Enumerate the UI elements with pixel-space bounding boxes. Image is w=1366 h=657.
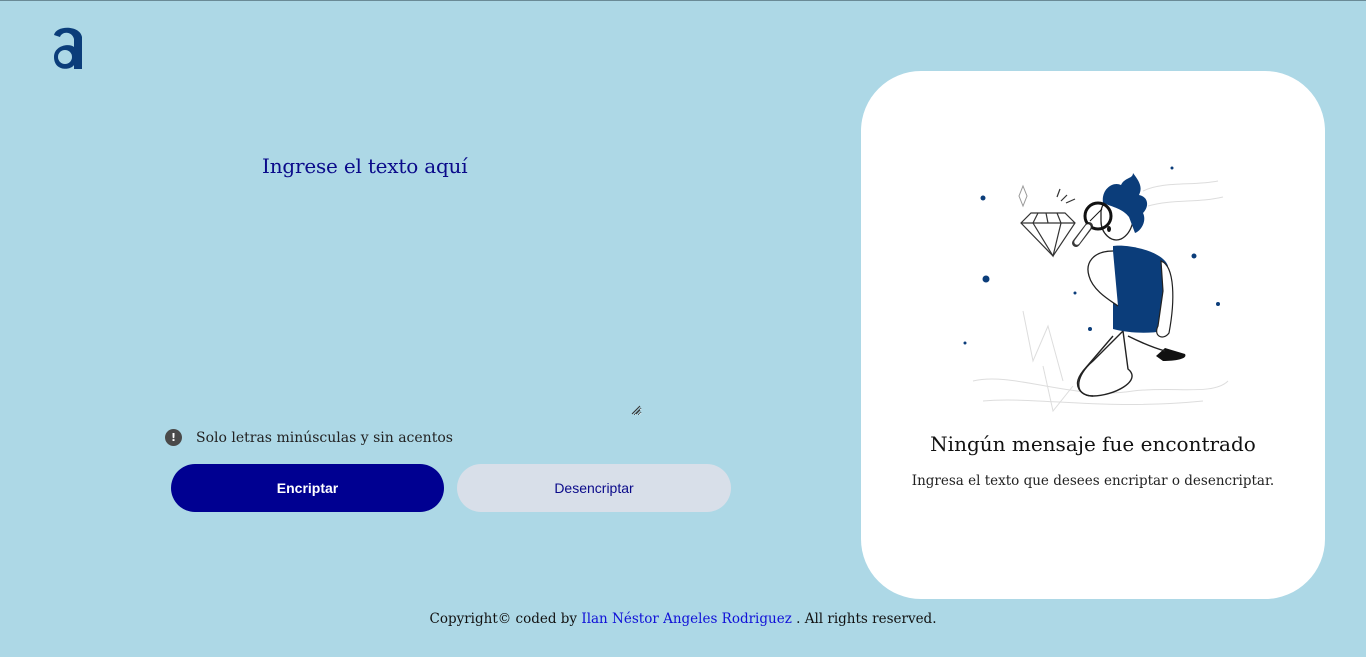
- exclamation-circle-icon: !: [165, 429, 182, 446]
- result-title: Ningún mensaje fue encontrado: [930, 432, 1256, 456]
- author-link[interactable]: Ilan Néstor Angeles Rodriguez: [581, 611, 791, 627]
- footer: Copyright© coded by Ilan Néstor Angeles …: [0, 611, 1366, 627]
- encrypt-button[interactable]: Encriptar: [171, 464, 444, 512]
- footer-prefix: Copyright© coded by: [429, 611, 582, 627]
- notice-row: ! Solo letras minúsculas y sin acentos: [165, 429, 453, 446]
- resize-grip-icon[interactable]: [631, 405, 641, 415]
- decrypt-button[interactable]: Desencriptar: [457, 464, 731, 512]
- input-title: Ingrese el texto aquí: [262, 154, 468, 178]
- footer-suffix: . All rights reserved.: [791, 611, 937, 627]
- text-input[interactable]: [262, 196, 642, 416]
- person-with-magnifying-glass-illustration: [963, 166, 1229, 413]
- notice-text: Solo letras minúsculas y sin acentos: [196, 429, 453, 446]
- result-subtitle: Ingresa el texto que desees encriptar o …: [911, 473, 1275, 489]
- result-card: Ningún mensaje fue encontrado Ingresa el…: [861, 71, 1325, 599]
- a-logo-icon: [54, 27, 82, 69]
